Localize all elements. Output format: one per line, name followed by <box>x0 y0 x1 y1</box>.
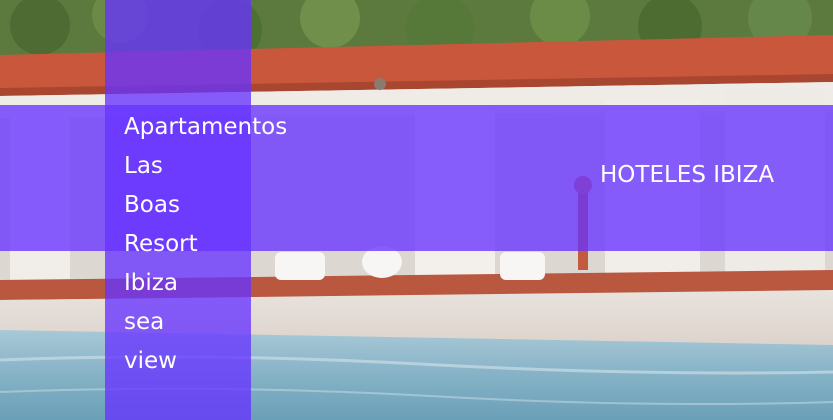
hotel-title-line: sea <box>124 309 165 335</box>
hotel-title-line: Apartamentos <box>124 114 288 140</box>
hotel-title-line: Ibiza <box>124 270 178 296</box>
hotel-title-line: Boas <box>124 192 180 218</box>
hotel-title-line: Resort <box>124 231 198 257</box>
hotel-title-line: Las <box>124 153 163 179</box>
category-link-hoteles-ibiza[interactable]: HOTELES IBIZA <box>600 159 774 191</box>
hotel-title-line: view <box>124 348 177 374</box>
hotel-title: Apartamentos Las Boas Resort Ibiza sea v… <box>124 108 294 381</box>
